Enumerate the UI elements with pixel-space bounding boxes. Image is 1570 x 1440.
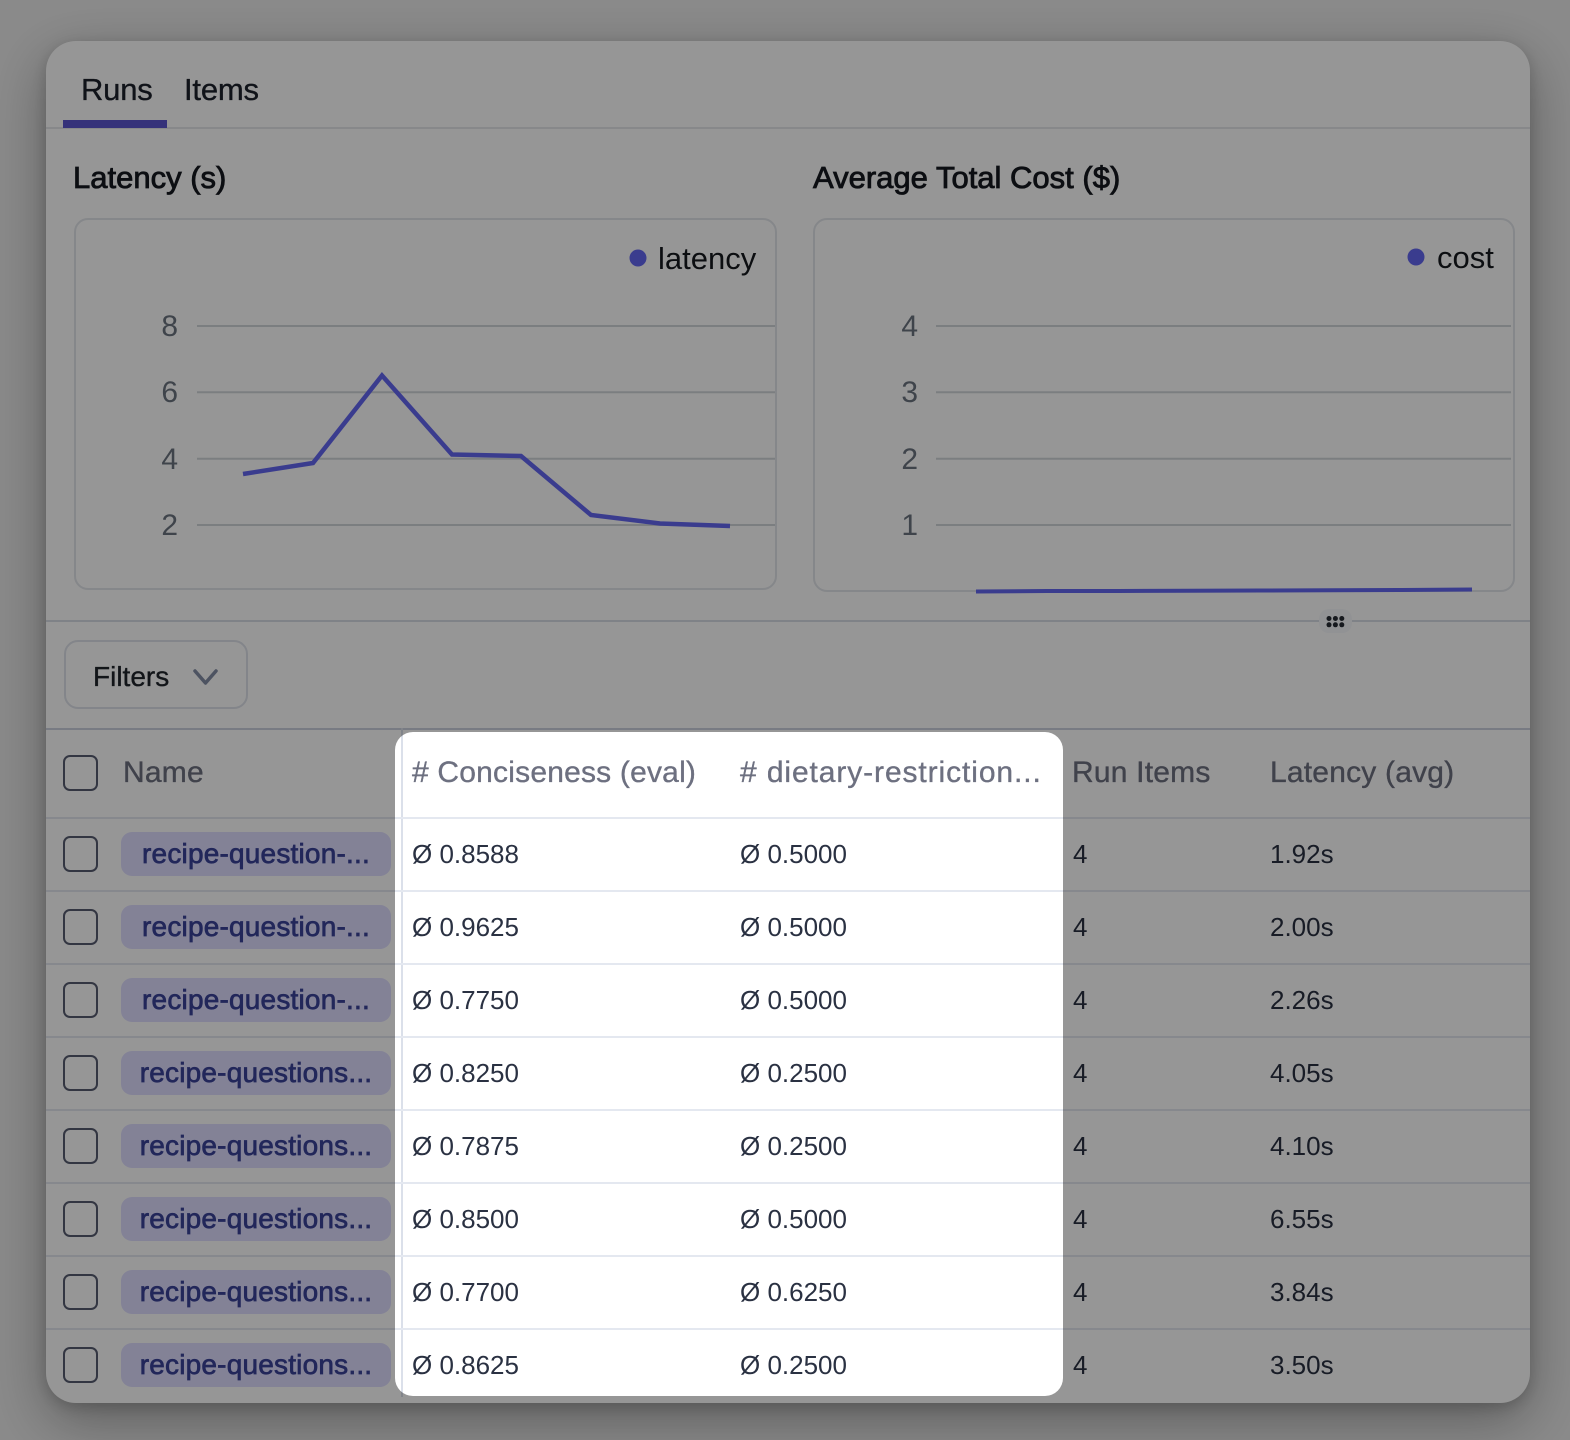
svg-text:cost: cost [1437, 240, 1494, 275]
svg-text:3: 3 [901, 376, 918, 409]
svg-text:2: 2 [901, 443, 918, 476]
svg-text:2: 2 [161, 509, 178, 542]
svg-text:6: 6 [161, 376, 178, 409]
svg-text:1: 1 [901, 509, 918, 542]
svg-text:8: 8 [161, 310, 178, 343]
svg-text:4: 4 [161, 443, 178, 476]
svg-text:latency: latency [658, 241, 757, 276]
svg-text:4: 4 [901, 310, 918, 343]
